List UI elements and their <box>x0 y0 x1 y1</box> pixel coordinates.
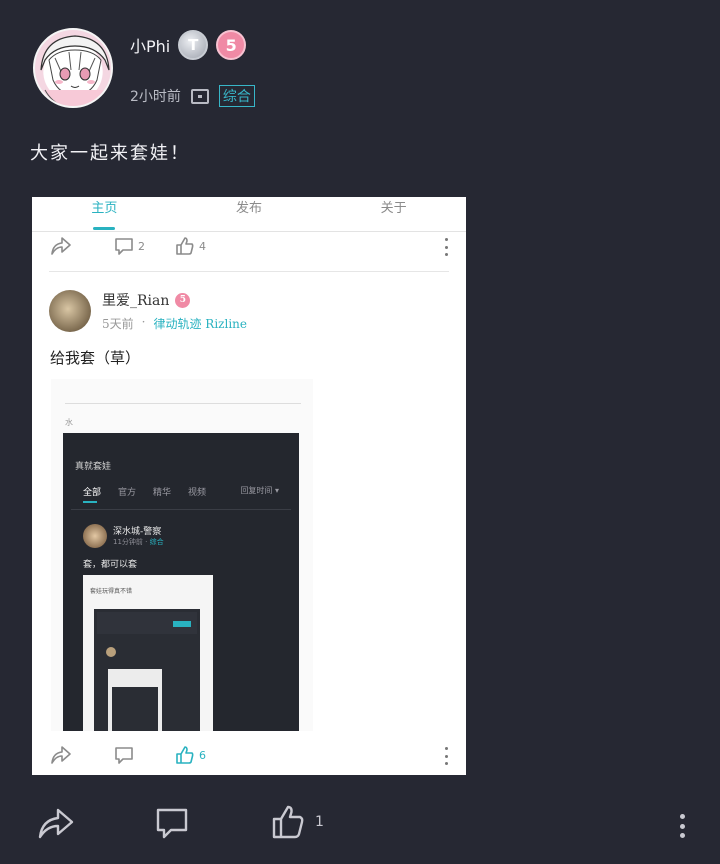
nested-inner-card-dark <box>112 687 158 731</box>
embedded-user-level: 5 <box>175 292 191 308</box>
thumbs-up-icon <box>272 805 304 839</box>
embedded-more-icon-2 <box>444 747 448 765</box>
embedded-tab-underline <box>93 227 115 230</box>
embedded-user-meta: 5天前 · 律动轨迹 Rizline <box>102 315 247 332</box>
embedded-prev-actions: 2 4 <box>32 232 466 262</box>
nested-dark-divider <box>71 509 291 510</box>
nested-inner-button <box>173 621 191 627</box>
nested-tabs: 全部 官方 精华 视频 <box>83 485 206 498</box>
nested-tab-all: 全部 <box>83 488 102 498</box>
nested-inner-avatar <box>106 647 116 657</box>
like-count: 1 <box>315 814 324 830</box>
embedded-user-name: 里爱_Rian <box>102 293 170 309</box>
nested-tab-video: 视频 <box>188 488 207 498</box>
nested-faded-top <box>65 379 301 387</box>
nested-mini-text: 水 <box>65 418 73 427</box>
comment-button[interactable] <box>155 806 189 840</box>
embedded-tab-home: 主页 <box>91 201 118 216</box>
post-meta: 2小时前 综合 <box>130 85 255 107</box>
embedded-tab-posts: 发布 <box>236 201 263 216</box>
nested-category: 综合 <box>149 538 164 546</box>
embedded-time: 5天前 <box>102 317 134 331</box>
nested-card-title: 套娃玩得真不错 <box>90 588 133 595</box>
embedded-like: 4 <box>175 236 206 256</box>
embedded-tab-about: 关于 <box>380 201 407 216</box>
embedded-thumbs-up-icon <box>176 237 194 255</box>
author-avatar[interactable] <box>33 28 113 108</box>
embedded-comment-icon <box>115 238 133 255</box>
embedded-divider <box>49 271 449 272</box>
embedded-user-avatar <box>49 290 91 332</box>
embedded-meta-separator: · <box>141 315 146 329</box>
nested-section-title: 真就套娃 <box>75 462 112 472</box>
more-options-icon[interactable] <box>679 814 685 838</box>
embedded-more-icon <box>444 238 448 256</box>
embedded-user: 里爱_Rian 5 <box>102 290 191 310</box>
tv-icon <box>190 88 209 104</box>
nested-tab-featured: 精华 <box>153 488 172 498</box>
nested-tab-official: 官方 <box>118 488 137 498</box>
share-icon <box>38 808 74 839</box>
nested-user-avatar <box>83 524 107 548</box>
anime-avatar-art <box>40 35 110 106</box>
embedded-comment-icon-2 <box>114 745 134 765</box>
embedded-share-icon-2 <box>50 745 72 765</box>
post-title: 大家一起来套娃！ <box>30 143 190 164</box>
nested-white-card: 套娃玩得真不错 <box>83 575 213 731</box>
nested-time: 11分钟前 · <box>113 538 150 546</box>
comment-icon <box>156 808 188 839</box>
title-badge-icon: T <box>178 30 209 60</box>
post-image[interactable]: 主页 发布 关于 2 4 里爱_Rian 5 5天前 · 律动轨迹 Rizlin… <box>32 197 466 775</box>
nested-user-meta: 11分钟前 · 综合 <box>113 537 164 547</box>
embedded-category: 律动轨迹 Rizline <box>153 317 247 331</box>
nested-inner-dark <box>94 609 200 731</box>
embedded-like-2: 6 <box>175 745 206 765</box>
level-badge: 5 <box>216 30 247 60</box>
post-category[interactable]: 综合 <box>218 85 255 107</box>
embedded-like-count-2: 6 <box>199 748 206 762</box>
nested-tab-underline <box>83 501 97 503</box>
like-button[interactable]: 1 <box>271 804 324 840</box>
nested-screenshot: 水 真就套娃 全部 官方 精华 视频 回复时间 ▾ 深水城-警察 11分钟前 ·… <box>51 379 313 731</box>
nested-sort: 回复时间 ▾ <box>240 486 279 495</box>
embedded-actions: 6 <box>32 741 466 771</box>
embedded-like-count: 4 <box>199 239 206 253</box>
embedded-thumbs-up-icon-active <box>176 746 194 764</box>
post-time: 2小时前 <box>130 89 181 105</box>
nested-user-name: 深水城-警察 <box>113 527 162 537</box>
author-row: 小Phi T 5 <box>130 30 247 60</box>
nested-divider <box>65 403 301 404</box>
embedded-post-text: 给我套（草） <box>50 349 141 367</box>
nested-post-text: 套，都可以套 <box>83 560 138 570</box>
nested-inner-card <box>108 669 162 731</box>
embedded-share-icon <box>50 236 72 256</box>
author-name[interactable]: 小Phi <box>130 33 170 57</box>
embedded-comment-count: 2 <box>138 239 145 253</box>
embedded-comment: 2 <box>114 236 145 256</box>
share-button[interactable] <box>37 806 75 840</box>
nested-inner-chip <box>97 612 197 634</box>
post-action-bar: 1 <box>0 796 720 852</box>
nested-dark-panel: 真就套娃 全部 官方 精华 视频 回复时间 ▾ 深水城-警察 11分钟前 · 综… <box>63 433 299 731</box>
